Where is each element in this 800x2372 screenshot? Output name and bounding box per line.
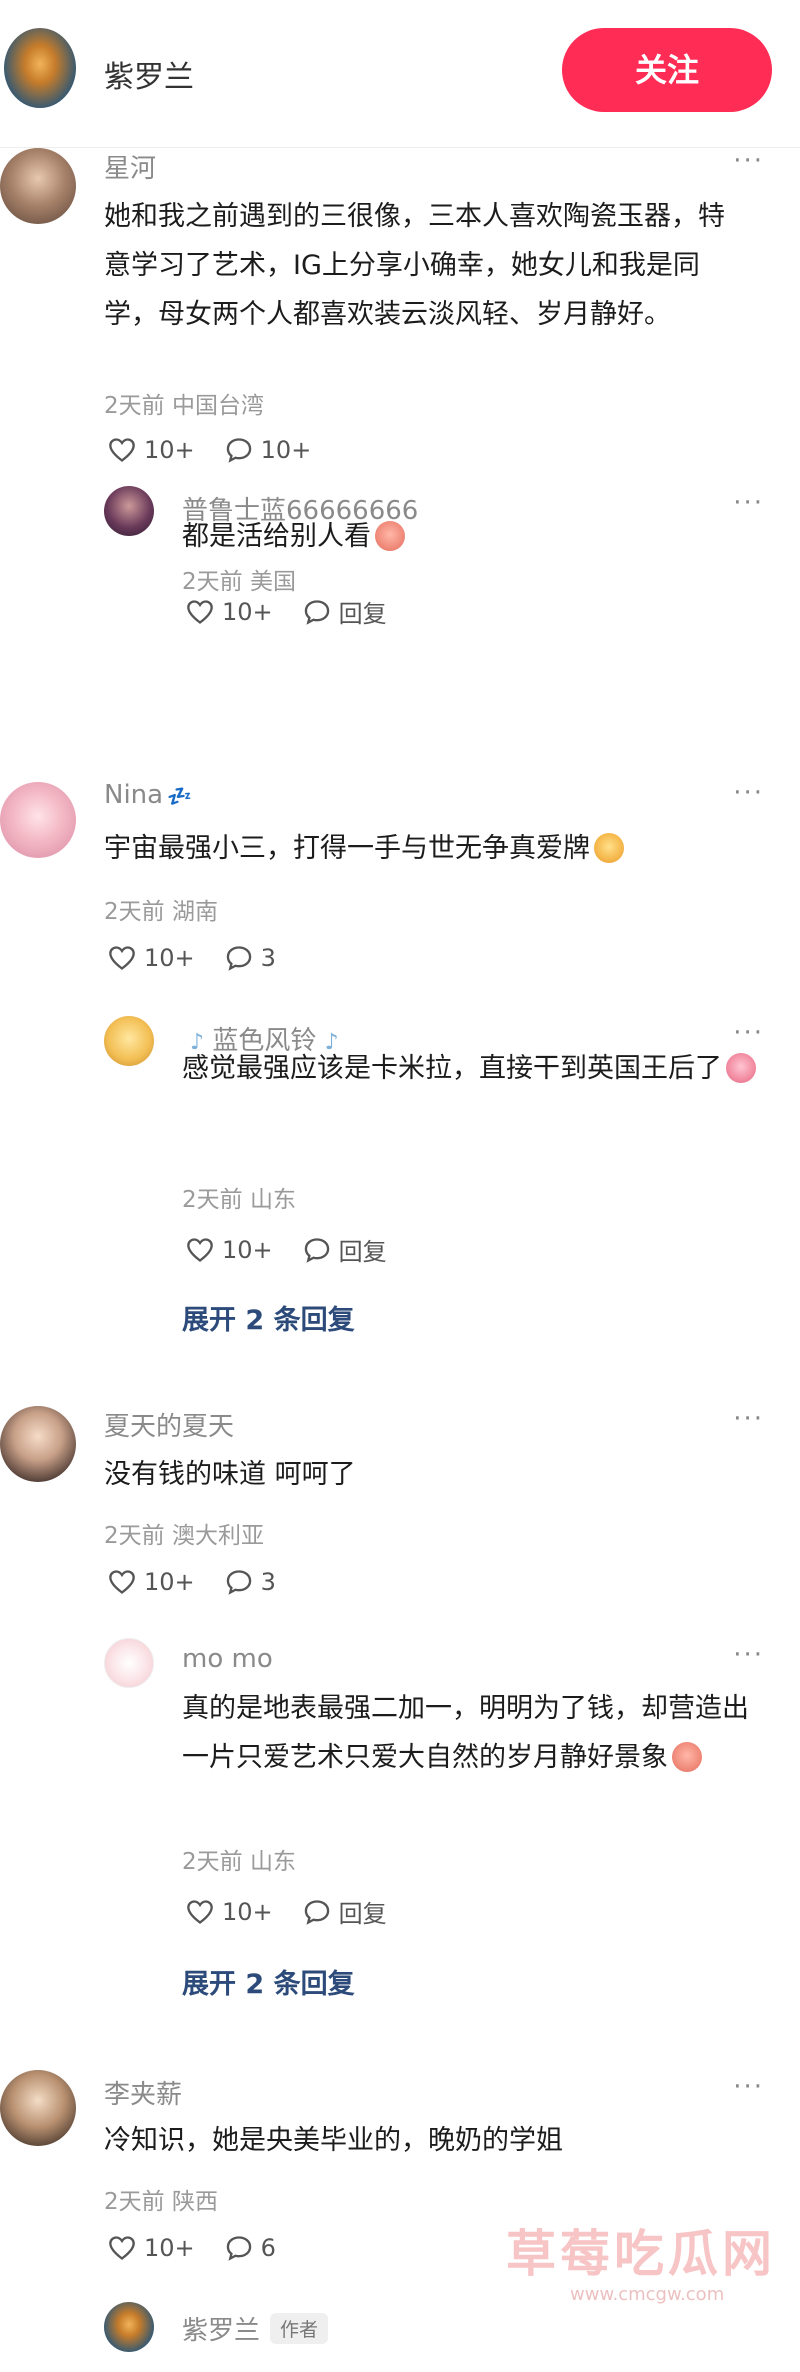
like-button[interactable]: 10+ xyxy=(186,1236,273,1264)
avatar[interactable] xyxy=(104,2302,154,2352)
watermark: 草莓吃瓜网 www.cmcgw.com xyxy=(500,2214,786,2314)
avatar[interactable] xyxy=(0,148,76,224)
emoji-icon xyxy=(672,1742,702,1772)
comment-text: 没有钱的味道 呵呵了 xyxy=(104,1459,356,1490)
heart-icon xyxy=(109,946,135,970)
comment-author[interactable]: 星河 xyxy=(104,148,156,185)
more-options-icon[interactable]: ··· xyxy=(733,2072,764,2102)
like-button[interactable]: 10+ xyxy=(108,944,195,972)
sleep-badge-icon: 💤 xyxy=(167,784,192,808)
comment-bubble-icon xyxy=(304,599,329,625)
avatar[interactable] xyxy=(0,2070,76,2146)
reply-count-button[interactable]: 3 xyxy=(225,1568,276,1596)
reply-author[interactable]: 紫罗兰 作者 xyxy=(182,2310,329,2347)
comment-bubble-icon xyxy=(304,1237,329,1263)
comment-bubble-icon xyxy=(304,1899,329,1925)
like-button[interactable]: 10+ xyxy=(186,1898,273,1926)
like-button[interactable]: 10+ xyxy=(108,1568,195,1596)
avatar[interactable] xyxy=(0,1406,76,1482)
reply-meta: 2天前 山东 xyxy=(182,1187,296,1213)
comment-meta: 2天前 湖南 xyxy=(104,899,218,925)
heart-icon xyxy=(109,2236,135,2260)
comment-actions: 10+ 6 xyxy=(108,2234,306,2262)
comment-author[interactable]: Nina 💤 xyxy=(104,780,192,810)
heart-icon xyxy=(109,1570,135,1594)
reply-text: 都是活给别人看 xyxy=(182,512,742,561)
reply-author[interactable]: mo mo xyxy=(182,1644,273,1674)
heart-icon xyxy=(187,1237,213,1262)
comment-bubble-icon xyxy=(226,946,251,971)
reply-button[interactable]: 回复 xyxy=(303,1232,387,1267)
avatar[interactable] xyxy=(104,486,154,536)
comment-text: 宇宙最强小三，打得一手与世无争真爱牌 xyxy=(104,824,744,873)
comment-author[interactable]: 夏天的夏天 xyxy=(104,1406,234,1443)
like-button[interactable]: 10+ xyxy=(108,436,195,464)
follow-button[interactable]: 关注 xyxy=(562,28,772,112)
profile-avatar[interactable] xyxy=(4,28,76,108)
expand-replies-link[interactable]: 展开 2 条回复 xyxy=(182,1298,355,1337)
comment-meta: 2天前 澳大利亚 xyxy=(104,1523,264,1549)
comment-actions: 10+ 3 xyxy=(108,1568,306,1596)
reply-actions: 10+ 回复 xyxy=(186,1894,417,1929)
comment-author[interactable]: 李夹薪 xyxy=(104,2074,182,2111)
comment-bubble-icon xyxy=(226,1570,251,1595)
comment-actions: 10+ 10+ xyxy=(108,436,341,464)
comment-meta: 2天前 陕西 xyxy=(104,2189,218,2215)
comment-meta: 2天前 中国台湾 xyxy=(104,386,264,420)
author-badge: 作者 xyxy=(270,2313,329,2344)
avatar[interactable] xyxy=(104,1638,154,1688)
watermark-url: www.cmcgw.com xyxy=(570,2284,725,2305)
profile-header: 紫罗兰 关注 xyxy=(0,0,800,148)
emoji-icon xyxy=(594,833,624,863)
emoji-icon xyxy=(726,1053,756,1083)
reply-count-button[interactable]: 3 xyxy=(225,944,276,972)
expand-replies-link[interactable]: 展开 2 条回复 xyxy=(182,1962,355,2001)
reply-meta: 2天前 美国 xyxy=(182,569,296,595)
heart-icon xyxy=(187,1899,213,1924)
comment-bubble-icon xyxy=(226,2236,251,2261)
reply-count-button[interactable]: 6 xyxy=(225,2234,276,2262)
more-options-icon[interactable]: ··· xyxy=(733,1640,764,1670)
heart-icon xyxy=(187,599,213,624)
profile-name[interactable]: 紫罗兰 xyxy=(104,52,194,96)
emoji-icon xyxy=(375,521,405,551)
comment-text: 她和我之前遇到的三很像，三本人喜欢陶瓷玉器，特意学习了艺术，IG上分享小确幸，她… xyxy=(104,201,725,330)
comment-time: 2天前 xyxy=(104,393,165,419)
heart-icon xyxy=(109,438,135,462)
reply-actions: 10+ 回复 xyxy=(186,1232,417,1267)
reply-text: 感觉最强应该是卡米拉，直接干到英国王后了 xyxy=(182,1044,762,1093)
avatar[interactable] xyxy=(0,782,76,858)
comment-bubble-icon xyxy=(226,438,251,463)
more-options-icon[interactable]: ··· xyxy=(733,778,764,808)
reply-count-button[interactable]: 10+ xyxy=(225,436,311,464)
reply-button[interactable]: 回复 xyxy=(303,594,387,629)
watermark-title: 草莓吃瓜网 xyxy=(506,2225,776,2283)
comment-text: 冷知识，她是央美毕业的，晚奶的学姐 xyxy=(104,2125,563,2156)
avatar[interactable] xyxy=(104,1016,154,1066)
like-button[interactable]: 10+ xyxy=(108,2234,195,2262)
more-options-icon[interactable]: ··· xyxy=(733,1404,764,1434)
reply-text: 真的是地表最强二加一，明明为了钱，却营造出一片只爱艺术只爱大自然的岁月静好景象 xyxy=(182,1693,749,1773)
more-options-icon[interactable]: ··· xyxy=(733,146,764,176)
reply-actions: 10+ 回复 xyxy=(186,594,417,629)
reply-meta: 2天前 山东 xyxy=(182,1849,296,1875)
comment-location: 中国台湾 xyxy=(171,393,264,419)
like-button[interactable]: 10+ xyxy=(186,598,273,626)
reply-button[interactable]: 回复 xyxy=(303,1894,387,1929)
comment-actions: 10+ 3 xyxy=(108,944,306,972)
